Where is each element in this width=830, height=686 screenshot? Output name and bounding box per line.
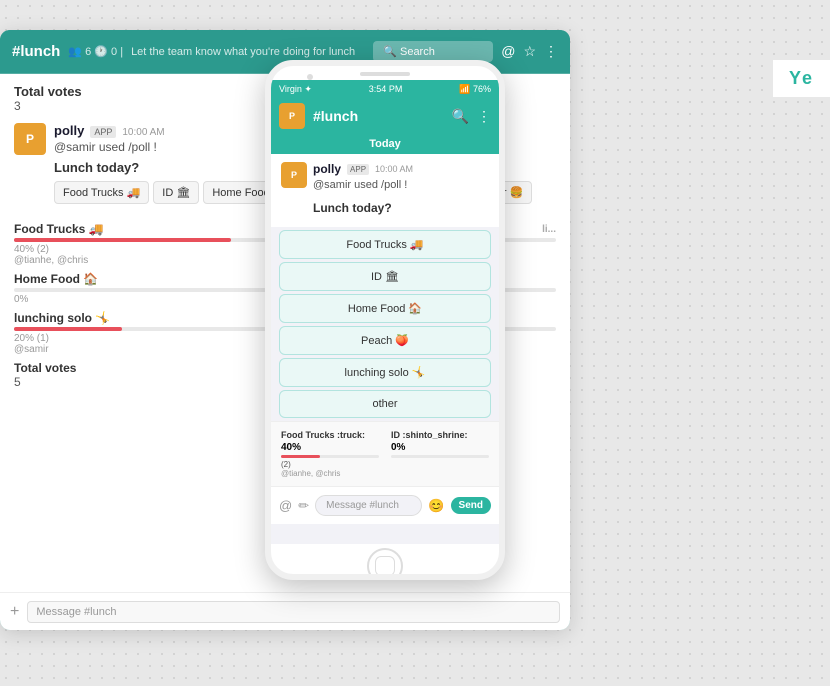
- time-text: 3:54 PM: [369, 84, 403, 94]
- search-box[interactable]: 🔍 Search: [373, 41, 493, 62]
- battery-text: 📶 76%: [459, 84, 491, 95]
- phone-nav: P #lunch 🔍 ⋮: [271, 98, 499, 134]
- phone-send-button[interactable]: Send: [451, 497, 491, 514]
- total-votes-text: Total votes: [14, 84, 82, 99]
- channel-subtitle: Let the team know what you're doing for …: [131, 46, 365, 58]
- branding-banner: Ye: [773, 60, 830, 97]
- phone-option-home-food[interactable]: Home Food 🏠: [279, 294, 491, 323]
- search-icon: 🔍: [383, 46, 397, 58]
- phone-at-icon[interactable]: @: [279, 498, 292, 513]
- phone-search-icon[interactable]: 🔍: [452, 108, 469, 125]
- result-lunching-solo-bar: [14, 327, 122, 331]
- phone-result-row: Food Trucks :truck: 40% (2) @tianhe, @ch…: [281, 430, 489, 478]
- phone-poll-results: Food Trucks :truck: 40% (2) @tianhe, @ch…: [271, 421, 499, 486]
- phone-channel-title: #lunch: [313, 108, 444, 124]
- phone-speaker: [360, 72, 410, 76]
- phone-input-area: @ ✏ Message #lunch 😊 Send: [271, 486, 499, 524]
- option-food-trucks[interactable]: Food Trucks 🚚: [54, 181, 149, 204]
- app-badge: APP: [90, 126, 116, 138]
- avatar: P: [14, 123, 46, 155]
- phone-result-id: ID :shinto_shrine: 0%: [391, 430, 489, 478]
- star-icon[interactable]: ☆: [523, 43, 536, 60]
- phone-message-input[interactable]: Message #lunch: [315, 495, 422, 516]
- phone-message: P polly APP 10:00 AM @samir used /poll !…: [271, 154, 499, 227]
- slack-input-bar: + Message #lunch: [0, 592, 570, 630]
- carrier-text: Virgin ✦: [279, 84, 312, 95]
- header-icon-users: 👥 6 🕐 0 |: [68, 45, 123, 58]
- phone-screen: Virgin ✦ 3:54 PM 📶 76% P #lunch 🔍 ⋮ Toda…: [271, 80, 499, 544]
- phone-option-food-trucks[interactable]: Food Trucks 🚚: [279, 230, 491, 259]
- phone-more-icon[interactable]: ⋮: [477, 108, 491, 125]
- phone-result-food-trucks: Food Trucks :truck: 40% (2) @tianhe, @ch…: [281, 430, 379, 478]
- phone-msg-time: 10:00 AM: [375, 164, 413, 174]
- phone-nav-avatar: P: [279, 103, 305, 129]
- phone-option-peach[interactable]: Peach 🍑: [279, 326, 491, 355]
- header-icons: @ ☆ ⋮: [501, 43, 558, 60]
- phone-camera: [307, 74, 313, 80]
- phone-option-id[interactable]: ID 🏛: [279, 262, 491, 291]
- phone-bar-food-trucks-bg: [281, 455, 379, 458]
- phone-mention: @samir used /poll !: [313, 179, 413, 191]
- phone-sender: polly: [313, 162, 341, 176]
- message-time: 10:00 AM: [122, 127, 164, 138]
- option-id[interactable]: ID 🏛: [153, 181, 199, 204]
- wifi-icon: 📶: [459, 84, 470, 94]
- phone-nav-icons: 🔍 ⋮: [452, 108, 491, 125]
- sender-name: polly: [54, 123, 84, 138]
- phone-avatar: P: [281, 162, 307, 188]
- phone-app-badge: APP: [347, 164, 369, 175]
- more-icon[interactable]: ⋮: [544, 43, 558, 60]
- phone-option-other[interactable]: other: [279, 390, 491, 418]
- search-placeholder: Search: [400, 46, 435, 58]
- plus-icon[interactable]: +: [10, 603, 19, 621]
- phone-frame: Virgin ✦ 3:54 PM 📶 76% P #lunch 🔍 ⋮ Toda…: [265, 60, 505, 580]
- phone-edit-icon[interactable]: ✏: [298, 498, 309, 514]
- phone-question: Lunch today?: [313, 201, 489, 215]
- phone-home-button[interactable]: [367, 548, 403, 580]
- phone-poll-options: Food Trucks 🚚 ID 🏛 Home Food 🏠 Peach 🍑 l…: [271, 227, 499, 421]
- phone-emoji-icon[interactable]: 😊: [428, 498, 444, 514]
- channel-name: #lunch: [12, 43, 60, 60]
- battery-level: 76%: [473, 84, 491, 94]
- phone-msg-meta: polly APP 10:00 AM: [313, 162, 413, 176]
- message-input[interactable]: Message #lunch: [27, 601, 560, 623]
- phone-status-bar: Virgin ✦ 3:54 PM 📶 76%: [271, 80, 499, 98]
- branding-text: Ye: [789, 68, 814, 88]
- phone-bar-food-trucks: [281, 455, 320, 458]
- phone-bar-id-bg: [391, 455, 489, 458]
- phone-home-inner: [375, 556, 395, 576]
- phone-today-label: Today: [271, 134, 499, 154]
- phone-msg-content: polly APP 10:00 AM @samir used /poll !: [313, 162, 413, 197]
- result-food-trucks-bar: [14, 238, 231, 242]
- phone-option-lunching-solo[interactable]: lunching solo 🤸: [279, 358, 491, 387]
- at-icon[interactable]: @: [501, 43, 515, 60]
